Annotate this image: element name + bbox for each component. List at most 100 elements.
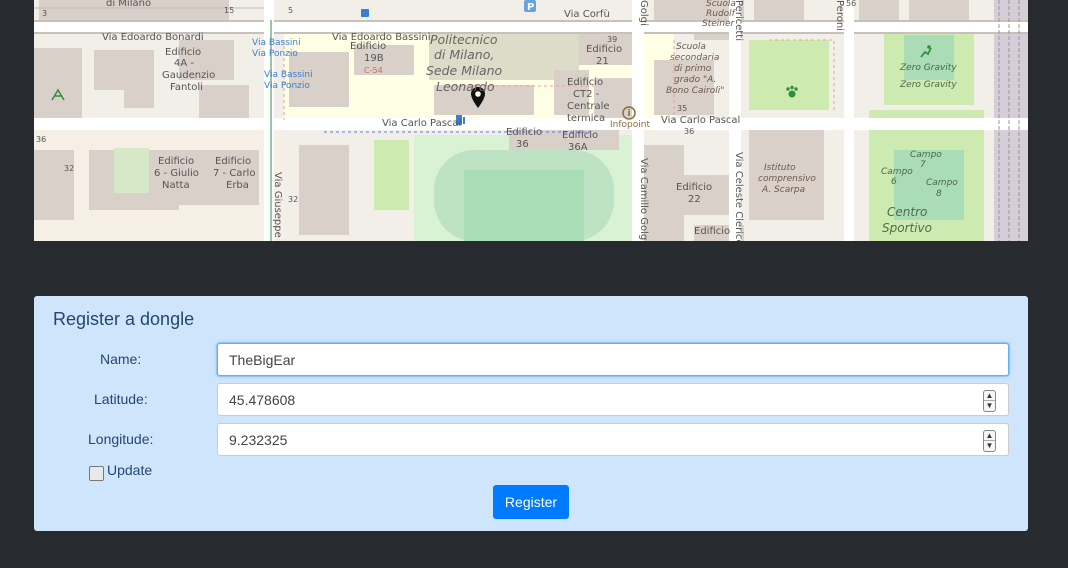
map-label: Infopoint <box>610 120 650 130</box>
map-label: Edificio <box>165 47 202 58</box>
map-label: 36 <box>36 135 47 144</box>
map-label: Edificio <box>215 156 252 167</box>
longitude-label: Longitude: <box>88 431 154 447</box>
map-label: Sede Milano <box>426 63 503 78</box>
map-label: Golgi <box>638 0 649 26</box>
map-label: Via Celeste Clericetti <box>733 152 744 241</box>
map-label: Steiner <box>702 19 735 29</box>
map-label: 21 <box>596 56 609 67</box>
playground-icon <box>51 88 65 101</box>
map-label: Pericetti <box>733 0 744 41</box>
map-label: Via Edoardo Bonardi <box>102 32 204 43</box>
fitness-icon <box>920 45 932 58</box>
update-checkbox[interactable] <box>89 466 104 481</box>
map-label: CT2 - <box>573 89 600 100</box>
spin-up-icon[interactable]: ▲ <box>984 431 995 441</box>
map-label: 3 <box>42 9 48 18</box>
map-label: 36 <box>684 127 695 136</box>
map-label: C-54 <box>364 66 383 75</box>
map-label: di Milano, <box>434 47 495 62</box>
latitude-field-wrapper: ▲ ▼ <box>217 383 1009 416</box>
map-label: 22 <box>688 194 701 205</box>
map-label: Istituto <box>764 163 796 173</box>
longitude-field-wrapper: ▲ ▼ <box>217 423 1009 456</box>
map-label: Via Corfù <box>564 9 610 20</box>
map-label: 19B <box>364 53 384 64</box>
map-label: Edificio <box>694 226 731 237</box>
map-label: Gaudenzio <box>162 70 216 81</box>
info-icon <box>622 106 636 120</box>
map-label: 4A - <box>174 58 194 69</box>
latitude-label: Latitude: <box>94 391 148 407</box>
map-label: Via Carlo Pascal <box>382 118 462 129</box>
map-label: 8 <box>936 189 942 199</box>
map-label: 36 <box>516 139 529 150</box>
latitude-spinner[interactable]: ▲ ▼ <box>983 390 996 412</box>
map-label: Erba <box>226 180 249 191</box>
longitude-input[interactable] <box>218 424 1008 455</box>
map-label: 15 <box>224 6 235 15</box>
panel-title: Register a dongle <box>53 309 195 329</box>
map-label: 36A <box>568 142 588 153</box>
map-label: Centrale <box>567 101 610 112</box>
map-label: Edificio <box>158 156 195 167</box>
latitude-input[interactable] <box>218 384 1008 415</box>
map-label: di primo <box>674 64 712 74</box>
map-label: termica <box>567 113 606 124</box>
map-label: Leonardo <box>436 79 495 94</box>
map-label: 56 <box>846 0 857 8</box>
map-label: Via Ponzio <box>252 49 298 59</box>
map-label: Via Carlo Pascal <box>661 115 741 126</box>
name-label: Name: <box>100 351 142 367</box>
map[interactable]: P di Milano 3 15 5 Via Corfù Via Edoardo… <box>34 0 1028 241</box>
register-dongle-panel: Register a dongle Name: Latitude: ▲ ▼ Lo… <box>34 296 1028 531</box>
map-label: 35 <box>677 104 688 113</box>
map-label: Edificio <box>586 44 623 55</box>
name-field-wrapper <box>217 343 1009 376</box>
bus-stop-icon <box>361 9 369 17</box>
map-label: Via Bassini <box>264 70 313 80</box>
map-label: 32 <box>64 164 75 173</box>
map-label: Via Giuseppe <box>272 172 283 238</box>
map-label: Zero Gravity <box>900 63 957 73</box>
map-label: Campo <box>926 178 958 188</box>
dog-park-icon <box>786 85 798 98</box>
map-label: di Milano <box>106 0 152 9</box>
map-label: 32 <box>288 195 299 204</box>
register-button[interactable]: Register <box>493 485 569 519</box>
map-label: Bono Cairoli" <box>666 86 725 96</box>
spin-up-icon[interactable]: ▲ <box>984 391 995 401</box>
map-label: secondaria <box>670 53 720 63</box>
map-label: Edificio <box>567 77 604 88</box>
map-label: Centro <box>887 205 928 219</box>
name-input[interactable] <box>218 344 1008 375</box>
map-label: Edificio <box>562 130 599 141</box>
map-label: 7 <box>920 160 926 170</box>
spin-down-icon[interactable]: ▼ <box>984 441 995 451</box>
map-label: Edificio <box>506 127 543 138</box>
map-label: Via Bassini <box>252 38 301 48</box>
map-label: Scuola <box>676 42 706 52</box>
map-label: Peroni <box>834 0 845 31</box>
parking-icon: P <box>524 0 536 12</box>
map-label: Fantoli <box>170 82 203 93</box>
map-label: Sportivo <box>882 221 932 235</box>
map-label: Zero Gravity <box>900 80 957 90</box>
update-label: Update <box>107 462 153 478</box>
svg-text:P: P <box>527 2 534 12</box>
map-label: Edificio <box>350 41 387 52</box>
map-label: Edificio <box>676 182 713 193</box>
longitude-spinner[interactable]: ▲ ▼ <box>983 430 996 452</box>
map-label: 6 <box>891 177 897 187</box>
map-label: 6 - Giulio <box>154 168 199 179</box>
map-label: Natta <box>162 180 190 191</box>
map-label: 7 - Carlo <box>213 168 256 179</box>
map-label: comprensivo <box>758 174 816 184</box>
map-label: grado "A. <box>674 75 717 85</box>
map-label: Via Ponzio <box>264 81 310 91</box>
spin-down-icon[interactable]: ▼ <box>984 401 995 411</box>
map-label: Via Camillo Golgi <box>638 158 649 241</box>
map-label: Politecnico <box>430 32 498 47</box>
map-label: 5 <box>288 6 294 15</box>
map-label: A. Scarpa <box>762 185 806 195</box>
